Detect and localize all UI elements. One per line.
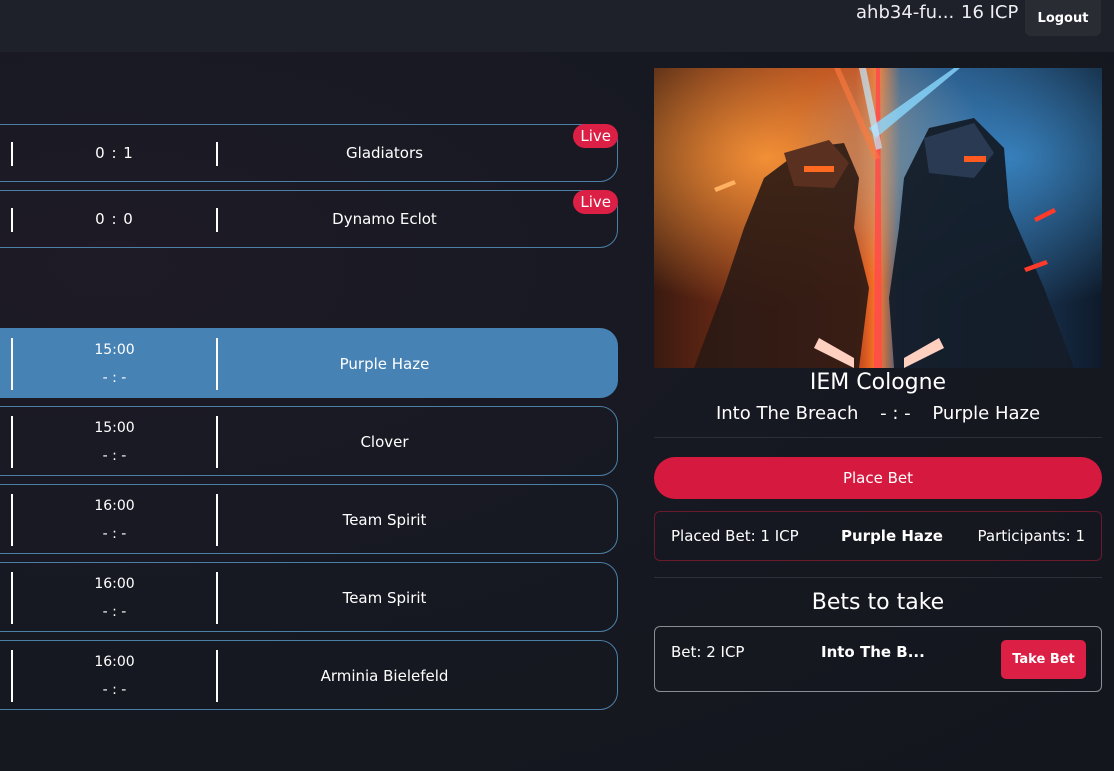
live-match-card[interactable]: 0 : 1 Gladiators Live [0, 124, 618, 182]
team-name: Arminia Bielefeld [320, 667, 449, 685]
bet-offer: Bet: 2 ICP Into The B... Take Bet [654, 626, 1102, 692]
team-name: Gladiators [346, 144, 423, 162]
team-name: Purple Haze [339, 355, 430, 373]
team-name: Team Spirit [342, 511, 427, 529]
place-bet-button[interactable]: Place Bet [654, 457, 1102, 499]
match-time: 16:00 [94, 654, 135, 670]
team-a-name: Into The Breach [715, 403, 859, 424]
match-card[interactable]: 16:00 - : - Team Spirit [0, 484, 618, 554]
match-card[interactable]: 16:00 - : - Arminia Bielefeld [0, 640, 618, 710]
logout-button[interactable]: Logout [1025, 0, 1101, 36]
match-card[interactable]: 16:00 - : - Team Spirit [0, 562, 618, 632]
live-match-card[interactable]: 0 : 0 Dynamo Eclot Live [0, 190, 618, 248]
match-score: - : - [102, 682, 127, 698]
match-score: 0 : 0 [95, 210, 134, 228]
live-badge: Live [573, 124, 618, 148]
participants-count: Participants: 1 [977, 527, 1085, 545]
take-bet-button[interactable]: Take Bet [1001, 640, 1086, 679]
match-score: - : - [102, 604, 127, 620]
placed-bet-summary: Placed Bet: 1 ICP Purple Haze Participan… [654, 511, 1102, 561]
team-name: Team Spirit [342, 589, 427, 607]
user-principal: ahb34-fu... [856, 2, 955, 23]
match-score: - : - [102, 448, 127, 464]
event-artwork-image [654, 68, 1102, 368]
matchup: Into The Breach - : - Purple Haze [654, 403, 1102, 424]
match-score: - : - [102, 526, 127, 542]
live-badge: Live [573, 190, 618, 214]
event-title: IEM Cologne [809, 370, 947, 395]
divider [654, 437, 1102, 438]
team-name: Dynamo Eclot [332, 210, 437, 228]
user-balance: 16 ICP [961, 2, 1019, 23]
match-time: 16:00 [94, 576, 135, 592]
placed-bet-amount: Placed Bet: 1 ICP [671, 527, 799, 545]
top-bar: ahb34-fu... 16 ICP Logout [0, 0, 1114, 52]
team-name: Clover [360, 433, 409, 451]
bet-offer-pick: Into The B... [821, 643, 925, 661]
bets-to-take-title: Bets to take [811, 590, 945, 615]
divider [654, 577, 1102, 578]
match-score: 0 : 1 [95, 144, 134, 162]
team-b-name: Purple Haze [932, 403, 1041, 424]
matchup-score: - : - [880, 403, 911, 424]
match-card-selected[interactable]: 15:00 - : - Purple Haze [0, 328, 618, 398]
match-time: 16:00 [94, 498, 135, 514]
match-card[interactable]: 15:00 - : - Clover [0, 406, 618, 476]
match-time: 15:00 [94, 420, 135, 436]
placed-bet-pick: Purple Haze [841, 527, 943, 545]
match-score: - : - [102, 370, 127, 386]
match-time: 15:00 [94, 342, 135, 358]
main-content: 0 : 1 Gladiators Live 0 : 0 Dynamo Eclot… [0, 52, 1114, 771]
bet-offer-amount: Bet: 2 ICP [671, 643, 745, 661]
